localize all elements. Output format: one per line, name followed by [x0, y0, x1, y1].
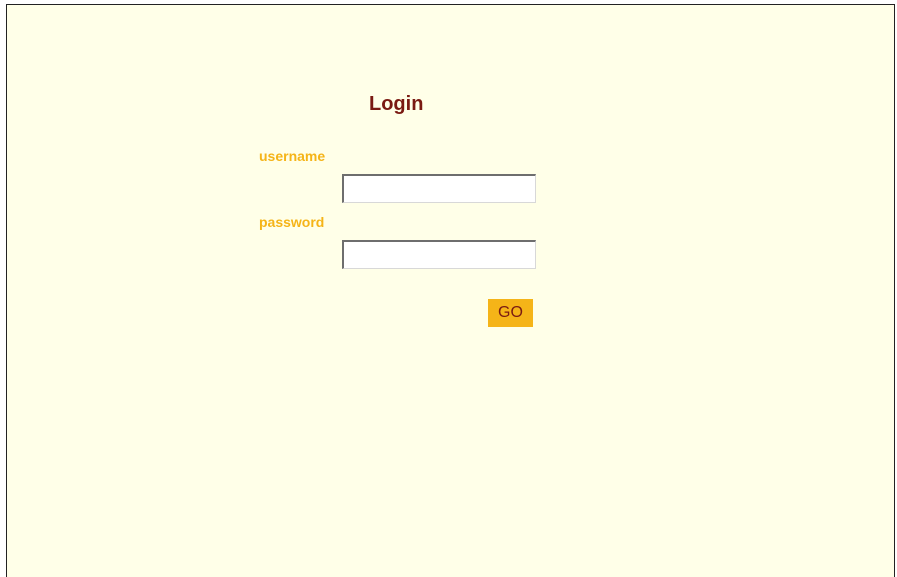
password-field[interactable] [342, 240, 536, 269]
login-page: Login username password GO [6, 4, 895, 577]
password-label: password [259, 214, 325, 230]
page-title: Login [369, 93, 424, 115]
username-field[interactable] [342, 174, 536, 203]
go-button[interactable]: GO [488, 299, 533, 327]
username-label: username [259, 148, 326, 164]
